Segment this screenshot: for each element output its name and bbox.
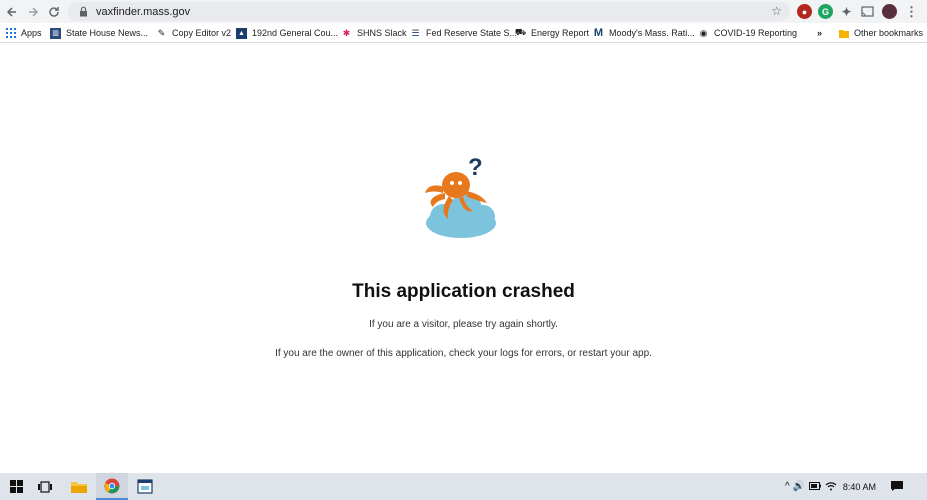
forward-icon[interactable] bbox=[23, 2, 43, 22]
visitor-message: If you are a visitor, please try again s… bbox=[369, 319, 558, 330]
file-explorer-icon[interactable] bbox=[63, 473, 95, 500]
bookmark-label: Copy Editor v2 bbox=[172, 28, 232, 38]
cast-icon[interactable] bbox=[860, 4, 875, 19]
flag-icon: ▲ bbox=[236, 27, 247, 39]
grammarly-extension-icon[interactable]: G bbox=[818, 4, 833, 19]
bookmark-label: COVID-19 Reporting bbox=[714, 28, 798, 38]
bookmark-item[interactable]: ☰ Fed Reserve State S... bbox=[410, 23, 517, 43]
slack-icon: ✱ bbox=[342, 27, 351, 38]
battery-icon[interactable] bbox=[808, 481, 821, 492]
building-icon: ▥ bbox=[50, 27, 61, 39]
page-title: This application crashed bbox=[352, 281, 575, 302]
clock-time[interactable]: 8:40 AM bbox=[843, 482, 876, 492]
bookmark-label: SHNS Slack bbox=[357, 28, 407, 38]
bookmark-label: Energy Report bbox=[531, 28, 590, 38]
bookmark-star-icon[interactable]: ☆ bbox=[771, 4, 782, 18]
wifi-icon[interactable] bbox=[825, 481, 837, 493]
back-icon[interactable] bbox=[2, 2, 22, 22]
other-bookmarks[interactable]: Other bookmarks bbox=[838, 23, 923, 43]
windows-taskbar: ^ 🔊 8:40 AM bbox=[0, 473, 927, 500]
chrome-taskbar-icon[interactable] bbox=[96, 473, 128, 500]
tray-icons[interactable]: ^ 🔊 bbox=[785, 481, 805, 492]
bookmark-label: Other bookmarks bbox=[854, 28, 924, 38]
address-bar[interactable]: vaxfinder.mass.gov ☆ bbox=[68, 2, 790, 21]
pen-icon: ✎ bbox=[157, 27, 166, 38]
octopus-illustration: ? bbox=[421, 153, 501, 245]
bookmark-item[interactable]: ✱ SHNS Slack bbox=[341, 23, 407, 43]
bookmark-label: Fed Reserve State S... bbox=[426, 28, 518, 38]
bookmark-item[interactable]: ▥ State House News... bbox=[50, 23, 148, 43]
profile-avatar[interactable] bbox=[882, 4, 897, 19]
app-window-icon[interactable] bbox=[129, 473, 161, 500]
bookmarks-overflow-button[interactable]: » bbox=[817, 23, 822, 43]
question-mark-icon: ? bbox=[468, 154, 483, 181]
bookmarks-bar: Apps ▥ State House News... ✎ Copy Editor… bbox=[0, 23, 927, 43]
url-text: vaxfinder.mass.gov bbox=[96, 5, 191, 18]
seal-icon: ◉ bbox=[699, 27, 708, 38]
task-view-icon[interactable] bbox=[29, 473, 61, 500]
ublock-extension-icon[interactable]: ● bbox=[797, 4, 812, 19]
car-icon: ⛟ bbox=[514, 27, 527, 37]
folder-icon bbox=[838, 28, 849, 39]
bookmark-label: State House News... bbox=[66, 28, 149, 38]
list-icon: ☰ bbox=[411, 27, 420, 38]
bookmark-label: Apps bbox=[21, 28, 42, 38]
bookmark-apps[interactable]: Apps bbox=[5, 23, 42, 43]
browser-toolbar: vaxfinder.mass.gov ☆ ● G ✦ ⋮ bbox=[0, 0, 927, 23]
bookmark-item[interactable]: M Moody's Mass. Rati... bbox=[593, 23, 695, 43]
apps-grid-icon bbox=[5, 28, 16, 39]
bookmark-item[interactable]: ✎ Copy Editor v2 bbox=[156, 23, 231, 43]
start-button[interactable] bbox=[0, 473, 32, 500]
bookmark-item[interactable]: ▲ 192nd General Cou... bbox=[236, 23, 338, 43]
lock-icon bbox=[76, 5, 90, 19]
overflow-chevron: » bbox=[817, 28, 823, 38]
bookmark-label: 192nd General Cou... bbox=[252, 28, 339, 38]
browser-menu-icon[interactable]: ⋮ bbox=[904, 4, 919, 19]
bookmark-label: Moody's Mass. Rati... bbox=[609, 28, 695, 38]
bookmark-item[interactable]: ⛟ Energy Report bbox=[515, 23, 589, 43]
m-icon: M bbox=[593, 27, 604, 39]
bookmark-item[interactable]: ◉ COVID-19 Reporting bbox=[698, 23, 797, 43]
notifications-icon[interactable] bbox=[890, 480, 904, 494]
reload-icon[interactable] bbox=[44, 2, 64, 22]
owner-message: If you are the owner of this application… bbox=[275, 348, 652, 359]
system-tray: ^ 🔊 8:40 AM bbox=[785, 473, 904, 500]
extensions-puzzle-icon[interactable]: ✦ bbox=[839, 4, 854, 19]
page-content: ? This application crashed If you are a … bbox=[0, 43, 927, 473]
